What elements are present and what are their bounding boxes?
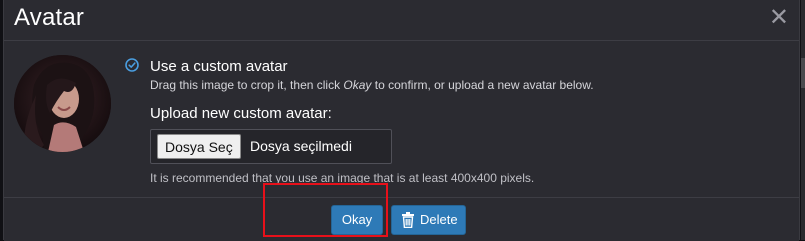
- okay-button[interactable]: Okay: [331, 205, 383, 235]
- custom-avatar-option-label[interactable]: Use a custom avatar: [150, 58, 288, 75]
- delete-button[interactable]: Delete: [391, 205, 466, 235]
- avatar-dialog: Avatar ✕ Use a custom avatar Drag this i…: [3, 0, 800, 241]
- scrollbar-thumb[interactable]: [801, 58, 805, 88]
- page-scrollbar[interactable]: [801, 0, 805, 240]
- file-input[interactable]: Dosya Seç Dosya seçilmedi: [150, 129, 392, 164]
- choose-file-button[interactable]: Dosya Seç: [157, 134, 241, 159]
- avatar-image: [14, 55, 111, 152]
- check-circle-icon[interactable]: [125, 58, 139, 72]
- description-text-start: Drag this image to crop it, then click: [150, 78, 344, 92]
- dialog-footer: Okay Delete: [4, 197, 799, 241]
- avatar-preview[interactable]: [14, 55, 111, 152]
- upload-help-text: It is recommended that you use an image …: [150, 171, 535, 185]
- trash-icon: [402, 212, 414, 228]
- upload-label: Upload new custom avatar:: [150, 105, 332, 122]
- delete-button-label: Delete: [420, 212, 458, 227]
- description-text-end: to confirm, or upload a new avatar below…: [371, 78, 594, 92]
- dialog-header: Avatar ✕: [4, 0, 799, 41]
- close-icon[interactable]: ✕: [769, 6, 789, 30]
- description-emphasis: Okay: [343, 78, 372, 92]
- file-status: Dosya seçilmedi: [250, 138, 352, 154]
- custom-avatar-description: Drag this image to crop it, then click O…: [150, 78, 594, 92]
- dialog-body: Use a custom avatar Drag this image to c…: [4, 41, 799, 197]
- dialog-title: Avatar: [14, 4, 85, 31]
